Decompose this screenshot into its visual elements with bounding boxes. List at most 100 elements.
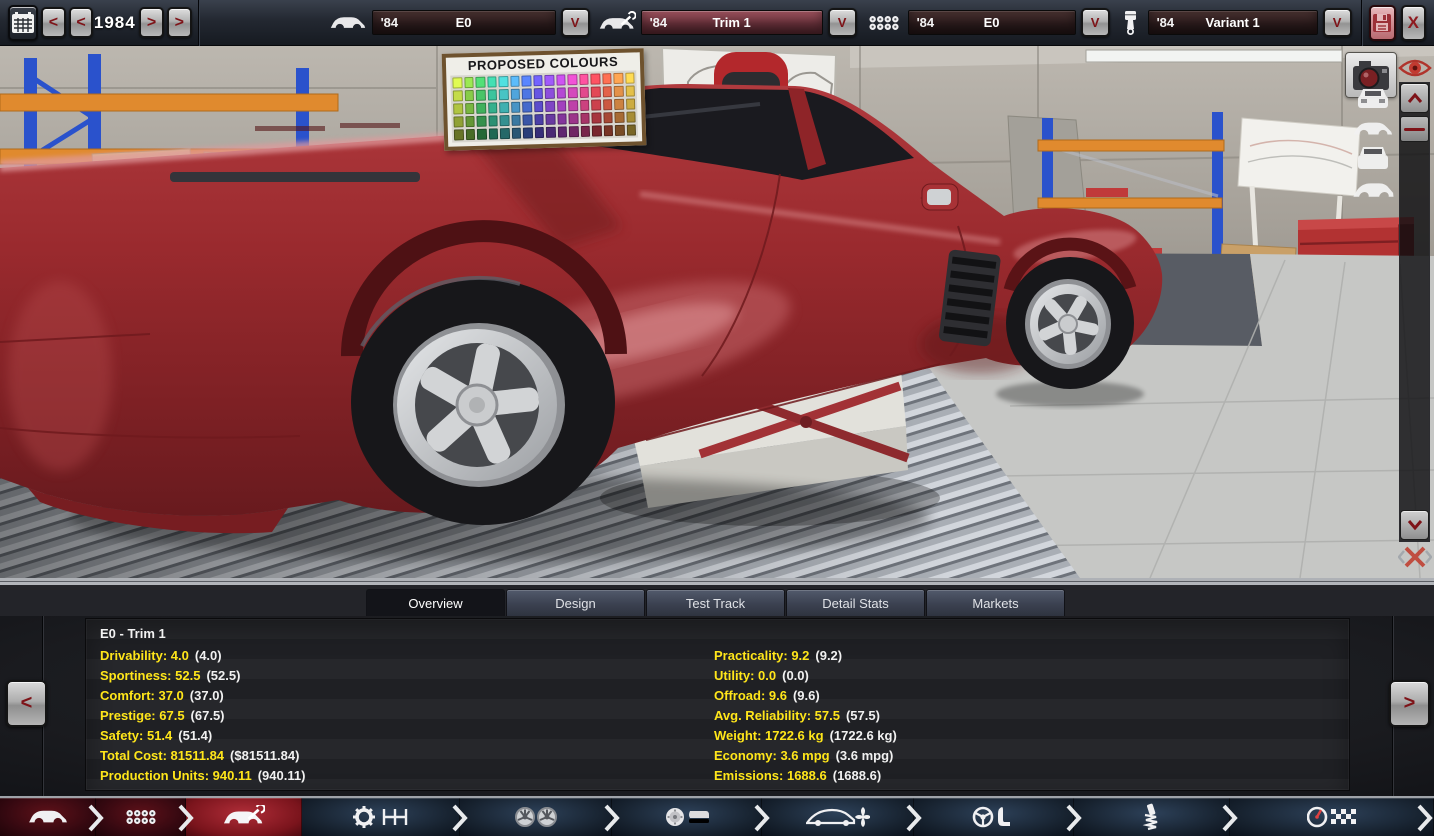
toolbar-step-model[interactable] [0,798,96,836]
stats-column-left: Drivability: 4.0 (4.0) Sportiness: 52.5 (5… [100,646,305,786]
engine-variant-name: Variant 1 [1205,15,1260,30]
stat-comfort: Comfort: 37.0 (37.0) [100,688,224,703]
toolbar-step-wheels[interactable] [460,798,612,836]
gearbox-step-icon [353,806,408,828]
toolbar-step-body-aero[interactable] [762,798,914,836]
stat-production-units: Production Units: 940.11 (940.11) [100,768,306,783]
camera-view-front-button[interactable] [1350,84,1396,114]
visibility-toggle[interactable] [1397,54,1433,82]
front-wheel [1006,257,1134,389]
stat-offroad: Offroad: 9.6 (9.6) [714,688,820,703]
test-track-step-icon [1307,806,1356,828]
engine-variant-selector-group: '84 Variant 1 V [1119,8,1352,37]
model-dropdown[interactable]: '84 E0 [371,10,556,35]
trim-stats-box: E0 - Trim 1 Drivability: 4.0 (4.0) Sporti… [85,618,1350,791]
year-back-fast-button[interactable]: < [41,7,66,38]
viewport-scrollbar[interactable] [1399,82,1430,542]
calendar-icon [12,11,35,33]
trim-name: Trim 1 [712,15,751,30]
stats-column-right: Practicality: 9.2 (9.2) Utility: 0.0 (0.0)… [714,646,897,786]
camera-view-perspective-button[interactable] [1350,176,1396,206]
stat-sportiness: Sportiness: 52.5 (52.5) [100,668,241,683]
suspension-step-icon [1142,803,1158,831]
engine-variant-piston-icon [1119,10,1143,36]
current-year: 1984 [93,12,136,32]
topbar-divider-right [1360,0,1363,46]
save-button[interactable] [1368,4,1396,41]
year-back-button[interactable]: < [68,7,94,38]
photo-gizmo-button[interactable] [1398,541,1432,573]
tab-markets[interactable]: Markets [926,589,1065,616]
rear-wheel [351,275,615,525]
scroll-up-button[interactable] [1400,83,1429,113]
toolbar-step-suspension[interactable] [1074,798,1230,836]
stat-prestige: Prestige: 67.5 (67.5) [100,708,225,723]
3d-viewport[interactable]: PROPOSED COLOURS [0,46,1434,581]
proposed-colours-poster: PROPOSED COLOURS [441,48,647,151]
trim-step-icon [223,805,265,824]
tab-test-track[interactable]: Test Track [646,589,785,616]
side-mirror [920,183,959,211]
stat-emissions: Emissions: 1688.6 (1688.6) [714,768,882,783]
stat-utility: Utility: 0.0 (0.0) [714,668,809,683]
view-side-icon [1353,122,1393,135]
close-button[interactable]: X [1400,4,1426,41]
aero-step-icon [806,807,870,827]
engine-family-name: E0 [983,15,1000,30]
year-forward-button[interactable]: > [139,7,164,38]
save-floppy-icon [1373,13,1392,32]
camera-view-rear-button[interactable] [1350,144,1396,174]
model-dropdown-button[interactable]: V [560,8,590,37]
interior-step-icon [972,806,1010,828]
design-step-toolbar [0,796,1434,836]
camera-view-side-button[interactable] [1350,114,1396,144]
stat-safety: Safety: 51.4 (51.4) [100,728,213,743]
model-name: E0 [455,15,472,30]
wheels-step-icon [515,807,557,827]
tab-detail-stats[interactable]: Detail Stats [786,589,925,616]
stat-practicality: Practicality: 9.2 (9.2) [714,648,843,663]
scrollbar-thumb[interactable] [1400,116,1429,142]
garage-scene [0,46,1434,578]
scroll-up-icon [1407,92,1422,103]
year-forward-fast-button[interactable]: > [166,7,192,38]
toolbar-step-interior[interactable] [914,798,1074,836]
toolbar-step-trim[interactable] [186,798,302,836]
panel-next-button[interactable]: > [1389,680,1430,727]
stat-drivability: Drivability: 4.0 (4.0) [100,648,222,663]
view-perspective-icon [1353,183,1394,197]
calendar-button[interactable] [8,4,39,41]
engine-family-selector-group: '84 E0 V [866,8,1110,37]
trim-dropdown-button[interactable]: V [827,8,857,37]
tab-overview[interactable]: Overview [366,589,505,616]
side-vent [939,249,1001,347]
toolbar-step-gearbox[interactable] [302,798,460,836]
toolbar-step-test-track[interactable] [1230,798,1434,836]
toolbar-step-brakes[interactable] [612,798,762,836]
ceiling-light [1085,49,1343,63]
stat-weight: Weight: 1722.6 kg (1722.6 kg) [714,728,897,743]
engine-step-icon [126,810,156,824]
trim-selector-group: '84 Trim 1 V [599,8,857,37]
panel-prev-button[interactable]: < [6,680,47,727]
automation-game-window: < < 1984 > > '84 E0 V '84 Trim 1 V '84 E… [0,0,1434,836]
photo-gizmo-icon [1398,546,1432,568]
tab-strip: Overview Design Test Track Detail Stats … [0,581,1434,616]
stat-total-cost: Total Cost: 81511.84 ($81511.84) [100,748,300,763]
model-car-icon [330,10,367,36]
trim-stats-header: E0 - Trim 1 [100,626,166,641]
model-step-car-icon [29,810,67,823]
engine-family-dropdown-button[interactable]: V [1080,8,1110,37]
engine-family-icon [866,10,903,36]
overview-panel: < > E0 - Trim 1 Drivability: 4.0 (4.0) Sp… [0,616,1434,796]
trim-dropdown[interactable]: '84 Trim 1 [640,10,823,35]
tab-design[interactable]: Design [506,589,645,616]
engine-family-dropdown[interactable]: '84 E0 [907,10,1076,35]
engine-variant-dropdown[interactable]: '84 Variant 1 [1147,10,1318,35]
engine-variant-dropdown-button[interactable]: V [1322,8,1352,37]
toolbar-step-engine-family[interactable] [96,798,186,836]
scroll-down-button[interactable] [1400,510,1429,540]
view-rear-icon [1358,147,1388,169]
topbar-divider [197,0,200,46]
top-bar: < < 1984 > > '84 E0 V '84 Trim 1 V '84 E… [0,0,1434,46]
